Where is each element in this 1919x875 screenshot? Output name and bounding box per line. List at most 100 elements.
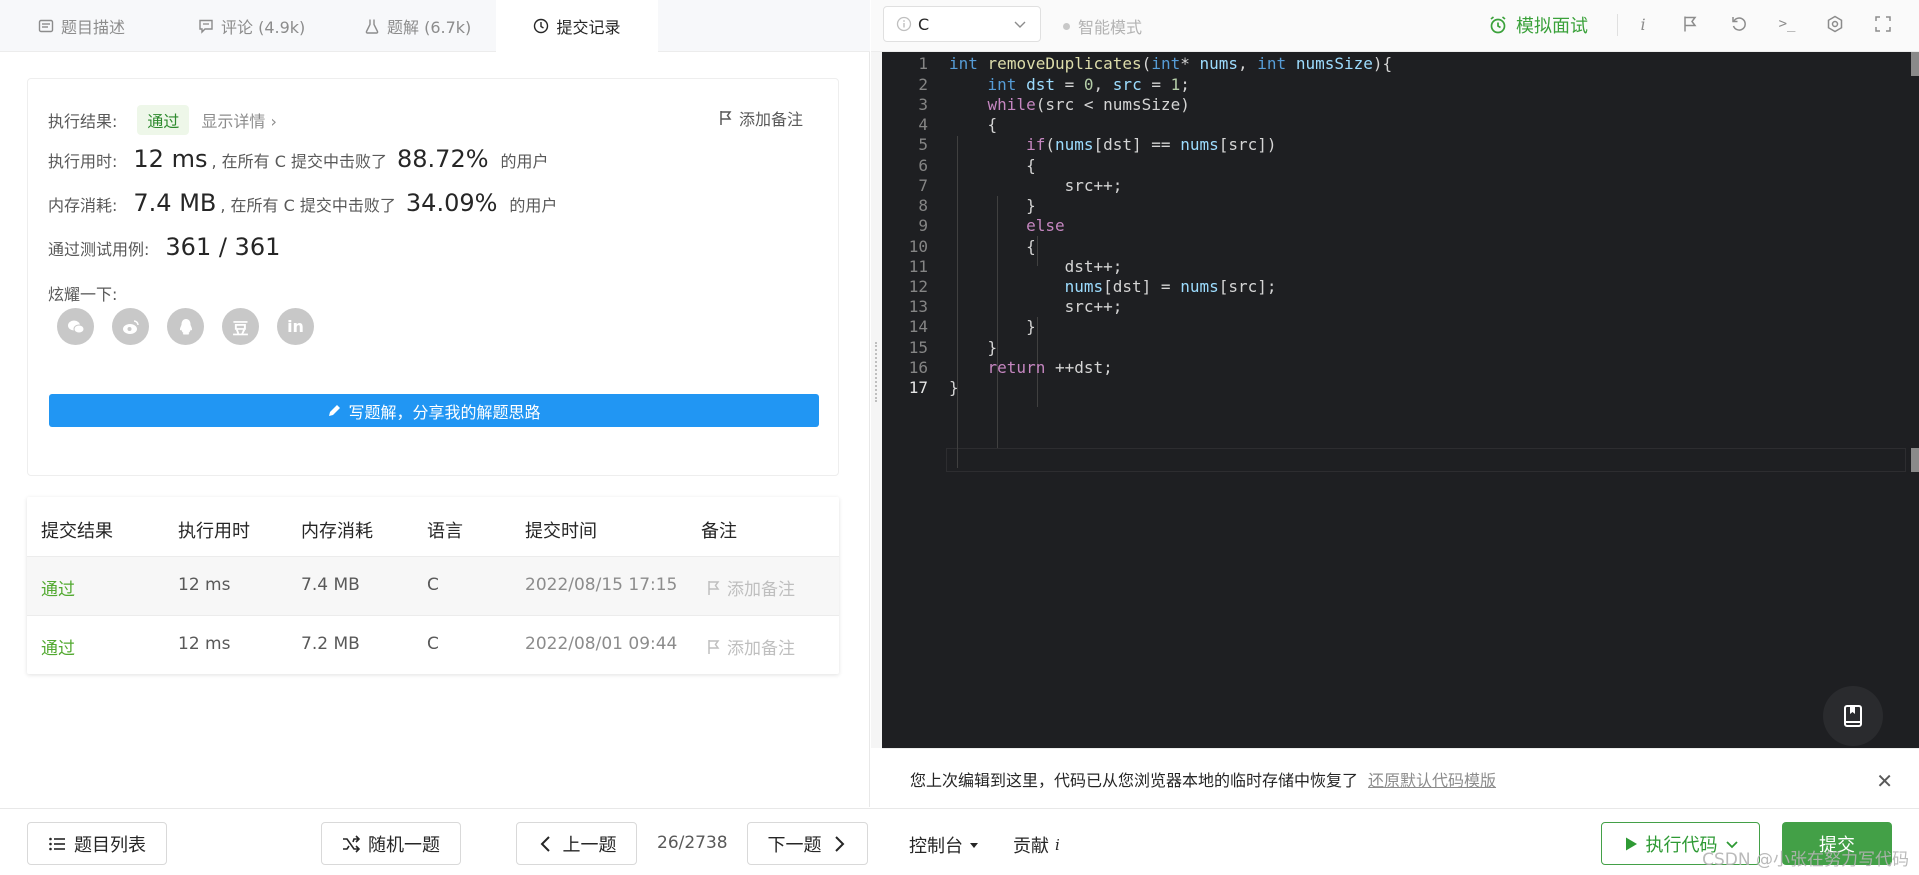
row-status-link[interactable]: 通过 [41, 575, 75, 600]
line-number: 12 [908, 277, 928, 296]
close-icon[interactable]: ✕ [1876, 769, 1893, 793]
clock-icon [533, 18, 549, 34]
bottom-bar: 题目列表 随机一题 上一题 26/2738 下一题 控制台 贡献 i 执行代码 … [0, 808, 1919, 875]
notebook-button[interactable] [1823, 686, 1883, 746]
restore-notice: 您上次编辑到这里，代码已从您浏览器本地的临时存储中恢复了 还原默认代码模版 ✕ [882, 748, 1919, 808]
table-row[interactable]: 通过 12 ms 7.4 MB C 2022/08/15 17:15 添加备注 [27, 556, 839, 615]
qq-icon[interactable] [167, 308, 204, 345]
console-toggle[interactable]: 控制台 [909, 832, 979, 858]
info-icon[interactable]: i [1633, 14, 1653, 34]
row-runtime: 12 ms [178, 634, 231, 654]
linkedin-icon[interactable]: in [277, 308, 314, 345]
tab-submissions[interactable]: 提交记录 [496, 0, 658, 52]
next-problem-button[interactable]: 下一题 [747, 822, 868, 865]
drag-handle-icon [875, 342, 877, 402]
chevron-down-icon [1014, 21, 1026, 28]
line-number: 6 [918, 156, 928, 175]
flask-icon [364, 18, 380, 34]
row-add-note-button[interactable]: 添加备注 [707, 634, 795, 659]
code-line: } [949, 378, 959, 397]
line-number: 2 [918, 75, 928, 94]
col-header-note: 备注 [701, 521, 737, 542]
show-details-link[interactable]: 显示详情 › [201, 108, 277, 132]
code-line: { [949, 237, 1036, 256]
left-panel: 题目描述 评论 (4.9k) 题解 (6.7k) 提交记录 执行结果: 通过 显… [0, 0, 870, 807]
wechat-icon[interactable] [57, 308, 94, 345]
shuffle-icon [343, 834, 360, 853]
code-line: } [949, 317, 1036, 336]
settings-icon[interactable] [1825, 14, 1845, 34]
tab-description[interactable]: 题目描述 [38, 0, 125, 52]
code-line: nums[dst] = nums[src]; [1064, 277, 1277, 296]
line-number: 15 [908, 338, 928, 357]
code-line: while(src < numsSize) [987, 95, 1190, 114]
write-solution-button[interactable]: 写题解，分享我的解题思路 [49, 394, 819, 427]
reset-icon[interactable] [1729, 14, 1749, 34]
memory-text: , 在所有 C 提交中击败了 [220, 196, 396, 215]
share-label: 炫耀一下: [48, 285, 118, 304]
fullscreen-icon[interactable] [1873, 14, 1893, 34]
runtime-value: 12 ms [133, 145, 208, 173]
restore-message: 您上次编辑到这里，代码已从您浏览器本地的临时存储中恢复了 [910, 770, 1359, 790]
caret-down-icon [970, 843, 978, 848]
info-circle-icon [896, 16, 912, 32]
testcases-value: 361 / 361 [165, 233, 281, 261]
row-memory: 7.2 MB [301, 634, 360, 654]
line-number: 4 [918, 115, 928, 134]
tab-solutions[interactable]: 题解 (6.7k) [364, 0, 471, 52]
row-submit-time: 2022/08/01 09:44 [525, 634, 678, 654]
random-problem-button[interactable]: 随机一题 [321, 822, 461, 865]
code-editor[interactable]: 1 2 3 4 5 6 7 8 9 10 11 12 13 14 15 16 17 int removeDupl… [882, 52, 1919, 748]
row-add-note-button[interactable]: 添加备注 [707, 575, 795, 600]
submissions-table: 提交结果 执行用时 内存消耗 语言 提交时间 备注 通过 12 ms 7.4 M… [27, 497, 839, 674]
restore-default-link[interactable]: 还原默认代码模版 [1368, 767, 1496, 791]
code-line: int dst = 0, src = 1; [987, 75, 1190, 94]
row-status-link[interactable]: 通过 [41, 634, 75, 659]
panel-splitter[interactable] [871, 52, 882, 748]
weibo-icon[interactable] [112, 308, 149, 345]
tab-comments[interactable]: 评论 (4.9k) [198, 0, 305, 52]
problem-list-button[interactable]: 题目列表 [27, 822, 167, 865]
dot-icon [1063, 22, 1070, 30]
terminal-icon[interactable]: >_ [1777, 14, 1797, 34]
watermark: CSDN @小张在努力写代码 [1702, 850, 1909, 870]
tab-label: 题解 (6.7k) [387, 18, 472, 37]
flag-icon [708, 639, 720, 654]
code-line: int removeDuplicates(int* nums, int nums… [949, 54, 1393, 73]
smart-mode-toggle[interactable]: 智能模式 [1063, 14, 1142, 38]
result-card: 执行结果: 通过 显示详情 › 添加备注 执行用时: 12 ms , 在所有 C… [27, 78, 839, 476]
code-line: dst++; [949, 257, 1123, 276]
runtime-text: , 在所有 C 提交中击败了 [211, 152, 387, 171]
code-line: } [949, 196, 1036, 215]
add-note-button[interactable]: 添加备注 [719, 106, 803, 130]
flag-icon[interactable] [1681, 14, 1701, 34]
tab-bar: 题目描述 评论 (4.9k) 题解 (6.7k) 提交记录 [0, 0, 870, 52]
scrollbar-marker[interactable] [1911, 448, 1919, 472]
tab-label: 提交记录 [556, 17, 621, 37]
table-row[interactable]: 通过 12 ms 7.2 MB C 2022/08/01 09:44 添加备注 [27, 615, 839, 674]
col-header-result: 提交结果 [41, 521, 113, 542]
code-line: { [949, 115, 998, 134]
contribute-button[interactable]: 贡献 i [1013, 832, 1060, 858]
language-value: C [918, 14, 930, 34]
row-language: C [427, 575, 439, 595]
chevron-left-icon [540, 835, 550, 852]
flag-icon [708, 580, 720, 595]
language-select[interactable]: C [883, 6, 1041, 42]
toolbar-divider [1617, 14, 1618, 36]
line-number: 8 [918, 196, 928, 215]
share-row: 炫耀一下: [48, 281, 117, 305]
bookmark-book-icon [1844, 705, 1862, 727]
prev-problem-button[interactable]: 上一题 [516, 822, 637, 865]
scrollbar-marker[interactable] [1911, 52, 1919, 76]
comment-icon [198, 18, 214, 34]
code-line: return ++dst; [987, 358, 1113, 377]
line-number: 16 [908, 358, 928, 377]
douban-icon[interactable]: 豆 [222, 308, 259, 345]
mock-interview-button[interactable]: 模拟面试 [1488, 12, 1588, 38]
row-submit-time: 2022/08/15 17:15 [525, 575, 678, 595]
problem-position: 26/2738 [657, 833, 728, 853]
memory-value: 7.4 MB [133, 189, 217, 217]
line-number: 10 [908, 237, 928, 256]
code-line: } [949, 338, 998, 357]
